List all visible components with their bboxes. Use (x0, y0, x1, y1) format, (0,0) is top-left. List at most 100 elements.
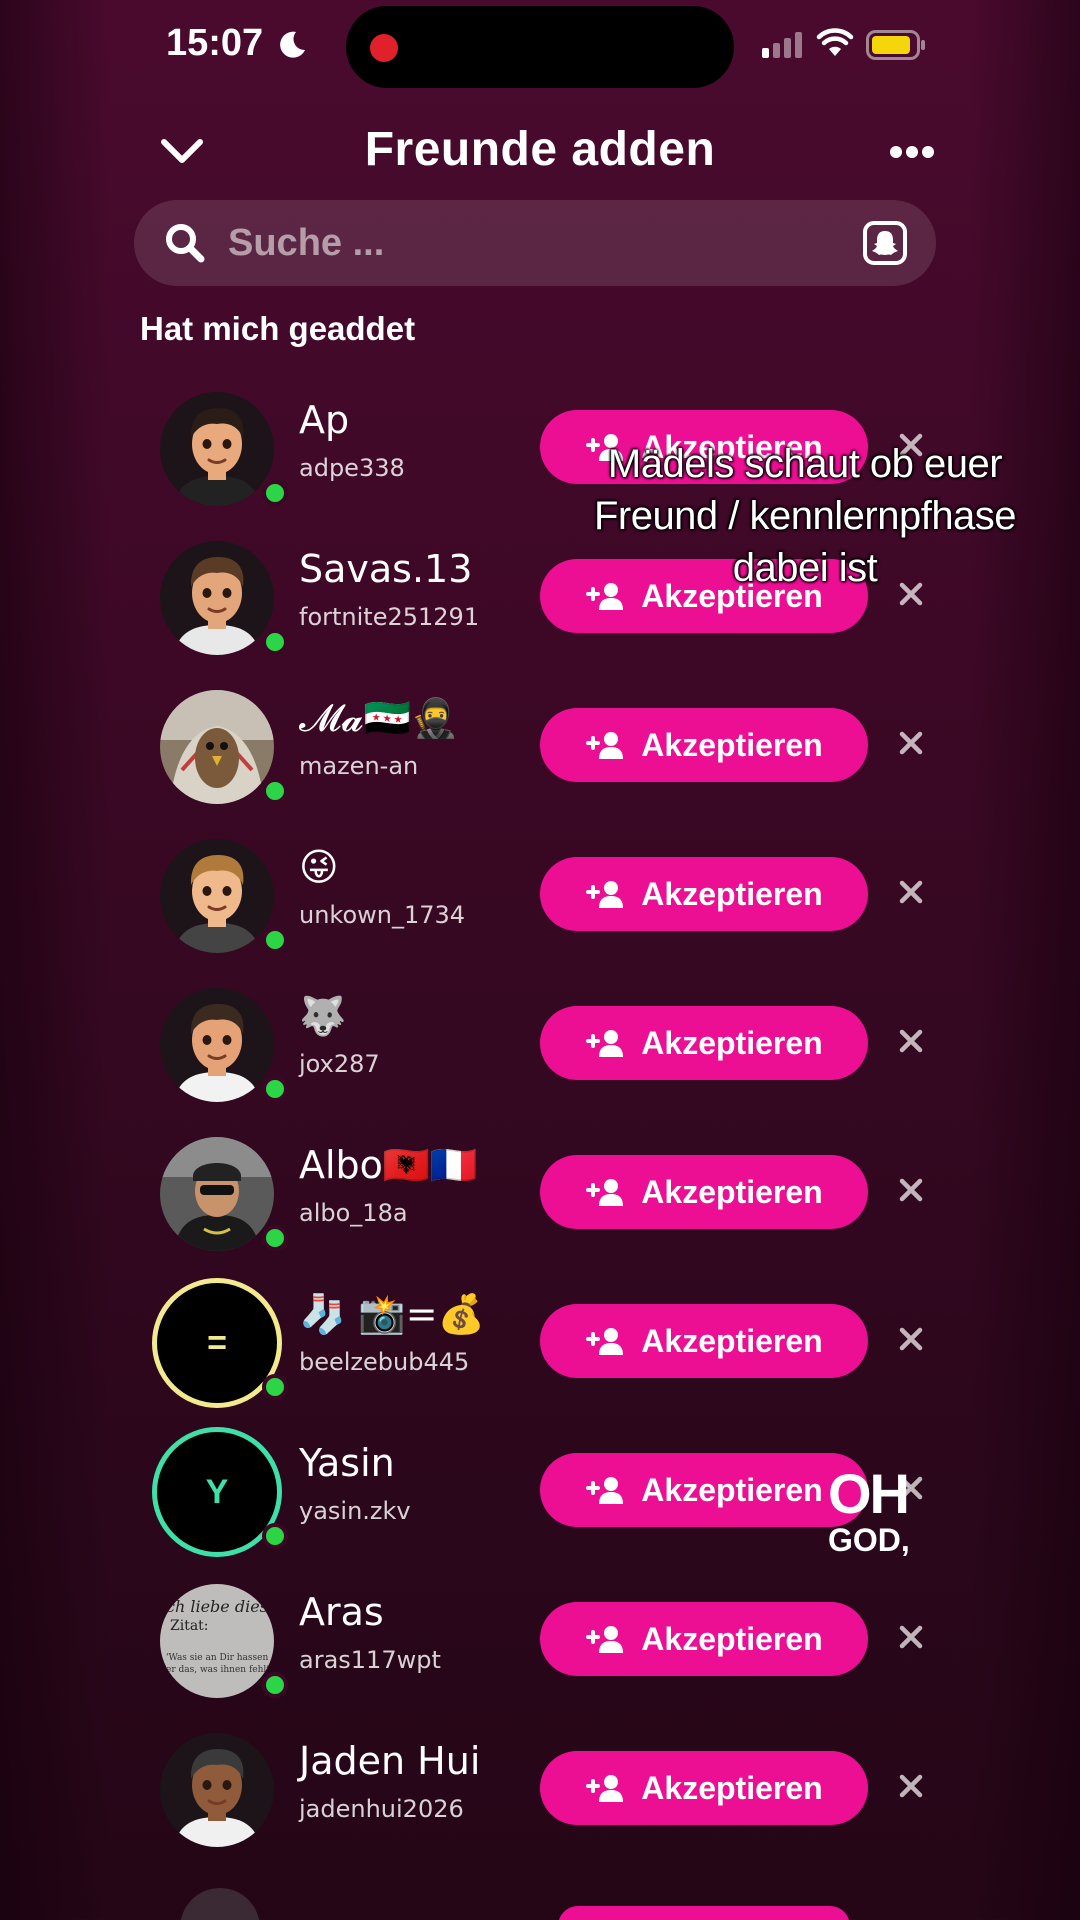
friend-display-name: Ap (299, 398, 350, 442)
avatar[interactable] (160, 690, 274, 804)
svg-text:Zitat:: Zitat: (170, 1618, 209, 1634)
avatar[interactable] (160, 839, 274, 953)
friend-request-row[interactable]: Albo🇦🇱🇫🇷 albo_18a Akzeptieren (0, 1131, 1080, 1280)
friend-username: mazen-an (299, 752, 419, 780)
svg-text:'Was sie an Dir hassen: 'Was sie an Dir hassen (166, 1653, 268, 1663)
online-status-icon (262, 1225, 288, 1251)
add-friend-icon (586, 1179, 624, 1206)
close-icon[interactable] (896, 877, 926, 907)
online-status-icon (262, 1076, 288, 1102)
friend-display-name: 🐺 (299, 994, 347, 1038)
avatar[interactable] (160, 541, 274, 655)
friend-username: yasin.zkv (299, 1497, 411, 1525)
avatar-initial: = (207, 1323, 227, 1362)
friend-request-row[interactable]: Y Yasin yasin.zkv Akzeptieren (0, 1427, 1080, 1578)
accept-button-label: Akzeptieren (641, 726, 823, 763)
friend-request-row[interactable]: Jaden Hui jadenhui2026 Akzeptieren (0, 1727, 1080, 1876)
sticker-text-oh: OH (828, 1462, 910, 1525)
close-icon[interactable] (896, 728, 926, 758)
avatar[interactable] (160, 1733, 274, 1847)
friend-display-name: Albo🇦🇱🇫🇷 (299, 1143, 478, 1187)
online-status-icon (262, 1672, 288, 1698)
svg-text:ch liebe dies: ch liebe dies (166, 1597, 268, 1616)
accept-button[interactable]: Akzeptieren (540, 1006, 868, 1080)
friend-username: adpe338 (299, 454, 405, 482)
accept-button[interactable]: Akzeptieren (540, 1304, 868, 1378)
online-status-icon (262, 629, 288, 655)
add-friend-icon (586, 1030, 624, 1057)
moon-icon (280, 31, 305, 58)
accept-button[interactable]: Akzeptieren (540, 857, 868, 931)
close-icon[interactable] (896, 1026, 926, 1056)
friend-request-row[interactable]: 🐺 jox287 Akzeptieren (0, 982, 1080, 1131)
cellular-signal-icon (762, 32, 802, 58)
friend-username: jox287 (299, 1050, 380, 1078)
online-status-icon (262, 1374, 288, 1400)
accept-button[interactable]: Akzeptieren (540, 1453, 868, 1527)
online-status-icon (262, 778, 288, 804)
sticker-text-god: GOD, (828, 1522, 910, 1558)
wifi-icon (816, 28, 854, 56)
recording-indicator-icon (370, 34, 398, 62)
add-friend-icon (586, 1626, 624, 1653)
snapcode-scan-icon[interactable] (862, 220, 908, 266)
close-icon[interactable] (896, 1175, 926, 1205)
friend-username: aras117wpt (299, 1646, 441, 1674)
friend-display-name: Yasin (299, 1441, 395, 1485)
close-icon[interactable] (896, 1324, 926, 1354)
online-status-icon (262, 927, 288, 953)
status-time: 15:07 (166, 22, 264, 64)
add-friend-icon (586, 1328, 624, 1355)
accept-button[interactable]: Akzeptieren (540, 708, 868, 782)
online-status-icon (262, 480, 288, 506)
add-friend-icon (586, 881, 624, 908)
avatar[interactable] (160, 988, 274, 1102)
friend-username: albo_18a (299, 1199, 408, 1227)
friend-username: jadenhui2026 (299, 1795, 464, 1823)
friend-username: fortnite251291 (299, 603, 480, 631)
add-friend-icon (586, 1477, 624, 1504)
avatar[interactable]: ch liebe dies Zitat: 'Was sie an Dir has… (160, 1584, 274, 1698)
online-status-icon (262, 1523, 288, 1549)
friend-request-row[interactable]: = 🧦 📸=💰 beelzebub445 Akzeptieren (0, 1278, 1080, 1429)
add-friend-icon (586, 732, 624, 759)
avatar-initial: Y (205, 1472, 229, 1511)
friend-request-row[interactable]: 😜 unkown_1734 Akzeptieren (0, 833, 1080, 982)
section-title: Hat mich geaddet (140, 310, 416, 347)
accept-button-label: Akzeptieren (641, 1173, 823, 1210)
accept-button-label: Akzeptieren (641, 1620, 823, 1657)
more-options-icon[interactable] (888, 140, 936, 164)
status-bar: 15:07 (0, 0, 1080, 96)
search-input[interactable] (228, 218, 808, 268)
friend-display-name: Jaden Hui (299, 1739, 481, 1783)
friend-username: beelzebub445 (299, 1348, 470, 1376)
battery-icon (866, 30, 925, 60)
partial-accept-button[interactable] (558, 1906, 850, 1920)
add-friend-icon (586, 1775, 624, 1802)
friend-display-name: 😜 (299, 845, 339, 889)
accept-button[interactable]: Akzeptieren (540, 1602, 868, 1676)
accept-button-label: Akzeptieren (641, 1024, 823, 1061)
friend-display-name: Aras (299, 1590, 384, 1634)
close-icon[interactable] (896, 1622, 926, 1652)
friend-request-row[interactable]: ch liebe dies Zitat: 'Was sie an Dir has… (0, 1578, 1080, 1727)
friend-username: unkown_1734 (299, 901, 466, 929)
svg-text:er das, was ihnen fehlt': er das, was ihnen fehlt' (166, 1665, 272, 1675)
dynamic-island (346, 6, 734, 88)
friend-display-name: 🧦 📸=💰 (299, 1292, 485, 1336)
friend-display-name: Savas.13 (299, 547, 473, 591)
accept-button[interactable]: Akzeptieren (540, 1155, 868, 1229)
accept-button-label: Akzeptieren (641, 1471, 823, 1508)
search-icon (166, 224, 205, 263)
accept-button-label: Akzeptieren (641, 1322, 823, 1359)
accept-button-label: Akzeptieren (641, 875, 823, 912)
avatar[interactable] (160, 392, 274, 506)
accept-button[interactable]: Akzeptieren (540, 1751, 868, 1825)
friend-display-name: 𝓜𝓪🇸🇾🥷 (299, 696, 459, 740)
video-caption: Mädels schaut ob euer Freund / kennlernp… (593, 442, 1017, 590)
avatar[interactable] (160, 1137, 274, 1251)
friend-request-row[interactable]: 𝓜𝓪🇸🇾🥷 mazen-an Akzeptieren (0, 684, 1080, 833)
search-bar[interactable] (134, 200, 936, 286)
accept-button-label: Akzeptieren (641, 1769, 823, 1806)
close-icon[interactable] (896, 1771, 926, 1801)
